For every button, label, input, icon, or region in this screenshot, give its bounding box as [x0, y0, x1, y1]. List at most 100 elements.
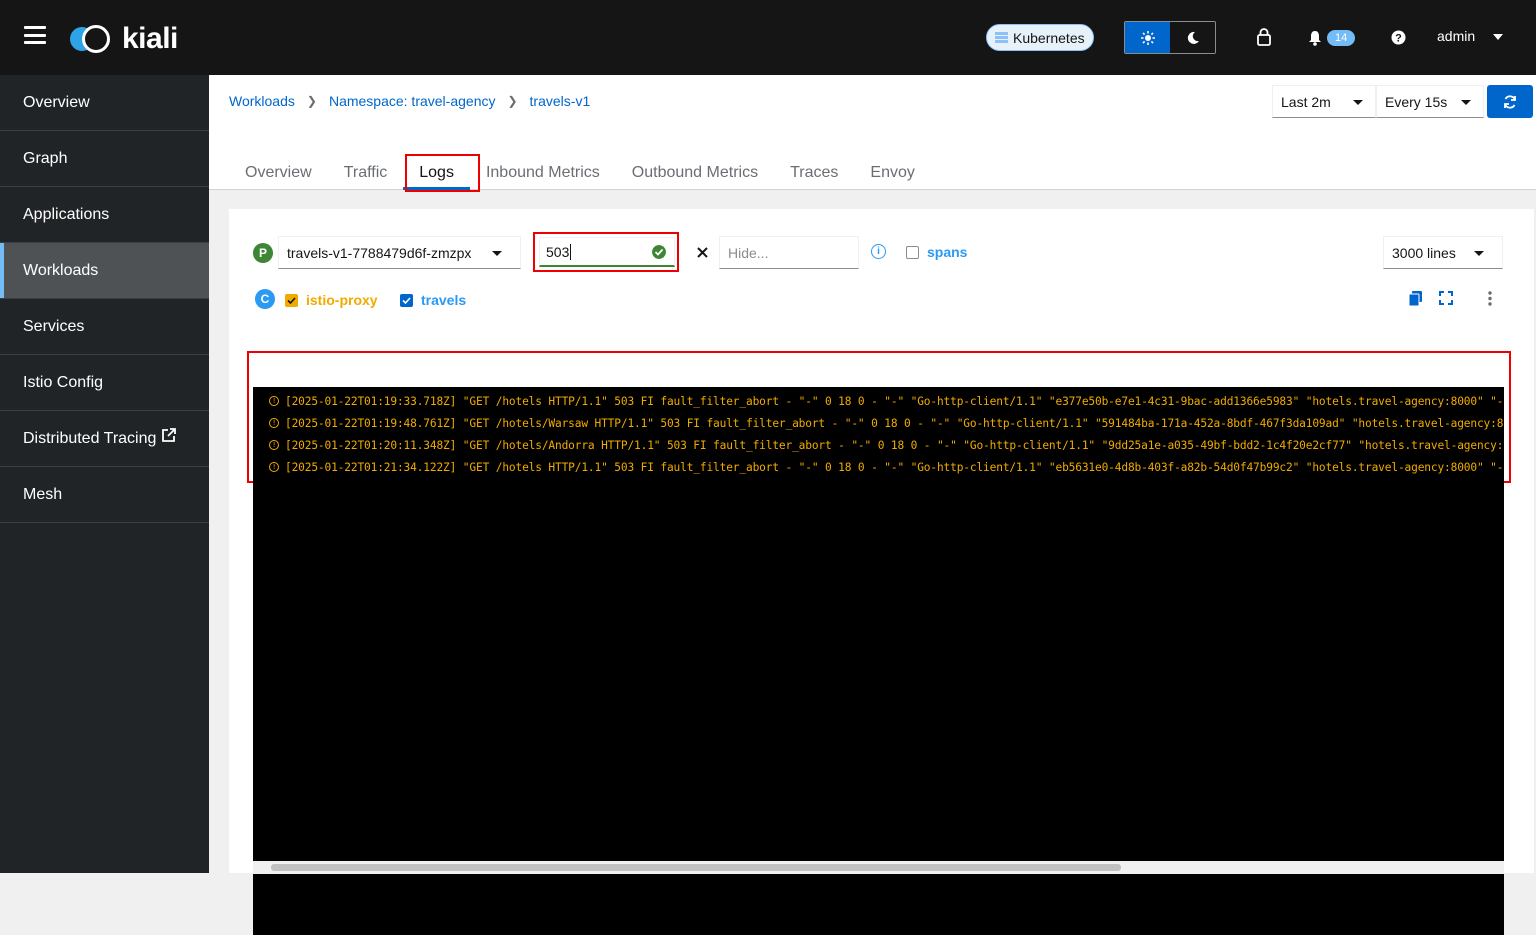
- log-entry: ! [2025-01-22T01:19:33.718Z] "GET /hotels…: [253, 390, 1504, 412]
- time-range-value: Last 2m: [1281, 93, 1331, 110]
- spans-toggle[interactable]: spans: [906, 244, 967, 260]
- container-istio-proxy[interactable]: istio-proxy: [285, 292, 378, 308]
- tab-inbound-metrics[interactable]: Inbound Metrics: [470, 155, 616, 190]
- cluster-name: Kubernetes: [1013, 29, 1085, 46]
- log-output[interactable]: ! [2025-01-22T01:19:33.718Z] "GET /hotels…: [253, 387, 1504, 935]
- clear-filter-button[interactable]: [685, 236, 719, 269]
- tab-traces[interactable]: Traces: [774, 155, 854, 190]
- sidebar-item-services[interactable]: Services: [0, 299, 209, 355]
- log-entry-text: [2025-01-22T01:19:48.761Z] "GET /hotels/…: [285, 416, 1504, 430]
- external-link-icon: [162, 428, 177, 442]
- chevron-right-icon: ❯: [507, 94, 518, 108]
- warning-icon: !: [269, 418, 279, 428]
- warning-icon: !: [269, 396, 279, 406]
- hamburger-menu-icon[interactable]: [24, 26, 46, 44]
- kiali-logo-icon: [70, 23, 116, 55]
- kebab-menu-icon[interactable]: [1488, 291, 1492, 306]
- breadcrumb-namespace[interactable]: Namespace: travel-agency: [329, 93, 496, 109]
- caret-down-icon: [1353, 100, 1363, 105]
- tab-outbound-metrics[interactable]: Outbound Metrics: [616, 155, 774, 190]
- caret-down-icon: [492, 251, 502, 256]
- scrollbar-thumb[interactable]: [271, 864, 1121, 871]
- breadcrumb-workload[interactable]: travels-v1: [530, 93, 591, 109]
- chevron-down-icon[interactable]: [1493, 34, 1503, 40]
- page-header: Workloads ❯ Namespace: travel-agency ❯ t…: [209, 75, 1536, 192]
- log-entry-text: [2025-01-22T01:21:34.122Z] "GET /hotels …: [285, 460, 1504, 474]
- bell-icon[interactable]: [1308, 30, 1322, 46]
- log-entry: ! [2025-01-22T01:19:48.761Z] "GET /hotels…: [253, 412, 1504, 434]
- sidebar-item-applications[interactable]: Applications: [0, 187, 209, 243]
- pod-badge: P: [253, 243, 273, 263]
- copy-icon[interactable]: [1409, 291, 1422, 306]
- sidebar-item-overview[interactable]: Overview: [0, 75, 209, 131]
- check-icon: [402, 296, 411, 304]
- lock-icon[interactable]: [1257, 28, 1271, 46]
- user-menu[interactable]: admin: [1437, 28, 1475, 44]
- sidebar-item-label: Istio Config: [23, 373, 104, 391]
- dark-theme-button[interactable]: [1170, 22, 1215, 53]
- sidebar-item-mesh[interactable]: Mesh: [0, 467, 209, 523]
- tab-traffic[interactable]: Traffic: [328, 155, 404, 190]
- theme-toggle[interactable]: [1124, 21, 1216, 54]
- log-horizontal-scrollbar[interactable]: [253, 861, 1504, 874]
- sidebar-item-istio-config[interactable]: Istio Config: [0, 355, 209, 411]
- sidebar-item-distributed-tracing[interactable]: Distributed Tracing: [0, 411, 209, 467]
- pod-name: travels-v1-7788479d6f-zmzpx: [287, 244, 472, 261]
- sidebar: Overview Graph Applications Workloads Se…: [0, 75, 209, 873]
- travels-checkbox[interactable]: [400, 293, 413, 307]
- close-icon: [696, 247, 708, 258]
- tab-overview[interactable]: Overview: [229, 155, 328, 190]
- sidebar-item-label: Overview: [23, 93, 90, 111]
- istio-proxy-checkbox[interactable]: [285, 293, 298, 307]
- brand-name: kiali: [122, 22, 178, 55]
- detail-tabs: Overview Traffic Logs Inbound Metrics Ou…: [229, 155, 931, 190]
- logs-card: P travels-v1-7788479d6f-zmzpx 503 Hide..…: [229, 209, 1534, 935]
- spans-label: spans: [927, 244, 968, 260]
- logs-tab-highlight: [405, 154, 480, 192]
- masthead: kiali Kubernetes 14 ? admin: [0, 0, 1536, 75]
- breadcrumb-workloads[interactable]: Workloads: [229, 93, 295, 109]
- time-range-select[interactable]: Last 2m: [1272, 85, 1376, 118]
- moon-icon: [1187, 31, 1199, 44]
- tab-envoy[interactable]: Envoy: [854, 155, 930, 190]
- container-badge: C: [255, 289, 275, 309]
- sidebar-item-graph[interactable]: Graph: [0, 131, 209, 187]
- help-icon[interactable]: ?: [1391, 30, 1406, 45]
- pod-select[interactable]: travels-v1-7788479d6f-zmzpx: [278, 236, 521, 269]
- log-entry-text: [2025-01-22T01:20:11.348Z] "GET /hotels/…: [285, 438, 1504, 452]
- hide-filter-input[interactable]: Hide...: [719, 236, 859, 269]
- log-entry: ! [2025-01-22T01:21:34.122Z] "GET /hotels…: [253, 456, 1504, 478]
- container-label: travels: [421, 292, 467, 308]
- warning-icon: !: [269, 440, 279, 450]
- expand-icon[interactable]: [1439, 291, 1453, 305]
- sidebar-item-label: Workloads: [23, 261, 99, 279]
- sidebar-item-label: Distributed Tracing: [23, 429, 157, 447]
- refresh-interval-value: Every 15s: [1385, 93, 1448, 110]
- check-icon: [287, 296, 296, 304]
- refresh-button[interactable]: [1487, 85, 1533, 118]
- lines-value: 3000 lines: [1392, 244, 1456, 261]
- svg-text:?: ?: [1395, 33, 1402, 45]
- sidebar-item-label: Applications: [23, 205, 110, 223]
- lines-select[interactable]: 3000 lines: [1383, 236, 1503, 269]
- sun-icon: [1140, 30, 1155, 45]
- light-theme-button[interactable]: [1125, 22, 1170, 53]
- filter-highlight: [533, 232, 679, 272]
- sidebar-item-label: Services: [23, 317, 85, 335]
- log-entry-text: [2025-01-22T01:19:33.718Z] "GET /hotels …: [285, 394, 1504, 408]
- info-icon[interactable]: i: [871, 244, 886, 259]
- warning-icon: !: [269, 462, 279, 472]
- sidebar-item-workloads[interactable]: Workloads: [0, 243, 209, 299]
- chevron-right-icon: ❯: [306, 94, 317, 108]
- caret-down-icon: [1461, 100, 1471, 105]
- notification-count-badge[interactable]: 14: [1327, 30, 1356, 46]
- sidebar-item-label: Graph: [23, 149, 68, 167]
- container-travels[interactable]: travels: [400, 292, 466, 308]
- kiali-logo[interactable]: kiali: [70, 22, 178, 56]
- cluster-icon: [995, 32, 1008, 43]
- hide-filter-placeholder: Hide...: [728, 244, 769, 261]
- refresh-interval-select[interactable]: Every 15s: [1376, 85, 1484, 118]
- cluster-badge[interactable]: Kubernetes: [986, 24, 1094, 51]
- main-content: Workloads ❯ Namespace: travel-agency ❯ t…: [209, 75, 1536, 935]
- spans-checkbox[interactable]: [906, 245, 919, 259]
